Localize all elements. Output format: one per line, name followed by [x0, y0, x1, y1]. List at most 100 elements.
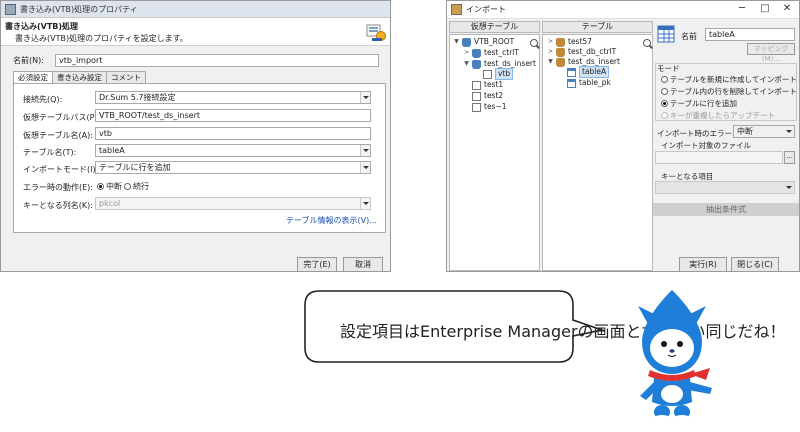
radio-disabled[interactable]	[661, 112, 668, 119]
key-label: キーとなる列名(K):	[23, 201, 93, 210]
error-radio-continue[interactable]: 続行	[124, 181, 149, 192]
document-icon	[472, 102, 481, 112]
close-icon[interactable]: ✕	[780, 3, 794, 16]
tree-node-test1[interactable]: test1	[472, 80, 503, 90]
document-icon	[472, 91, 481, 101]
table-large-icon	[657, 25, 675, 43]
radio-unselected[interactable]	[124, 183, 131, 190]
tree-node-tableA[interactable]: tableA	[567, 66, 610, 78]
tree-node-vtb[interactable]: vtb	[483, 68, 514, 80]
properties-dialog: 書き込み(VTB)処理のプロパティ 書き込み(VTB)処理 書き込み(VTB)処…	[0, 0, 391, 272]
import-file-label: インポート対象のファイル	[661, 141, 751, 150]
radio-selected[interactable]	[97, 183, 104, 190]
maximize-icon[interactable]: □	[758, 3, 772, 16]
mapping-button[interactable]: マッピング(M)...	[747, 43, 795, 63]
key-item-select[interactable]	[655, 181, 795, 194]
finish-button[interactable]: 完了(E)	[297, 257, 337, 272]
tab-strip: 必須設定 書き込み設定 コメント	[13, 71, 146, 84]
dialog-title: 書き込み(VTB)処理のプロパティ	[20, 4, 138, 14]
connection-select[interactable]: Dr.Sum 5.7接続設定	[95, 91, 371, 104]
import-error-select[interactable]: 中断	[733, 125, 795, 138]
tree-node-label-selected: vtb	[495, 68, 514, 80]
tree-node-label: test2	[484, 91, 504, 100]
collapse-icon[interactable]: ▼	[547, 57, 554, 67]
minimize-icon[interactable]: ─	[735, 3, 749, 16]
import-file-input[interactable]	[655, 151, 783, 164]
collapse-icon[interactable]: ▼	[463, 59, 470, 69]
table-icon	[567, 78, 576, 88]
tree-node-label: tes~1	[484, 102, 507, 111]
vpath-input[interactable]: VTB_ROOT/test_ds_insert	[95, 109, 371, 122]
tab-write-settings[interactable]: 書き込み設定	[52, 71, 107, 83]
tree-node-test2[interactable]: test2	[472, 91, 503, 101]
table-pane-header: テーブル	[542, 21, 653, 33]
database-icon	[556, 37, 565, 47]
import-error-label: インポート時のエラー:	[657, 129, 735, 138]
mode-option-update[interactable]: キーが重複したらアップデート	[661, 110, 775, 121]
search-icon[interactable]	[530, 39, 538, 47]
tree-node-table-pk[interactable]: table_pk	[567, 78, 611, 88]
mode-option-delete[interactable]: テーブル内の行を削除してインポート	[661, 86, 797, 97]
radio-unselected[interactable]	[661, 76, 668, 83]
tree-node-label: test_db_ctrlT	[568, 47, 617, 56]
browse-button[interactable]: …	[784, 151, 795, 164]
extract-condition-button[interactable]: 抽出条件式	[653, 203, 799, 216]
mode-select[interactable]: テーブルに行を追加	[95, 161, 371, 174]
tree-node-root[interactable]: ▼ VTB_ROOT	[453, 37, 514, 47]
radio-selected[interactable]	[661, 100, 668, 107]
tab-comment[interactable]: コメント	[106, 71, 146, 83]
import-error-value: 中断	[737, 127, 753, 136]
error-radio-abort[interactable]: 中断	[97, 181, 122, 192]
collapse-icon[interactable]: ▼	[453, 37, 460, 47]
table-value: tableA	[99, 146, 125, 155]
run-button[interactable]: 実行(R)	[679, 257, 727, 272]
document-icon	[483, 69, 492, 79]
right-name-label: 名前	[681, 32, 697, 41]
mode-option-append[interactable]: テーブルに行を追加	[661, 98, 737, 109]
mode-option-create[interactable]: テーブルを新規に作成してインポート	[661, 74, 797, 85]
tree-node-label: VTB_ROOT	[474, 37, 515, 46]
header-description: 書き込み(VTB)処理のプロパティを設定します。	[15, 34, 188, 43]
error-opt2-label: 続行	[133, 182, 149, 191]
vpath-label: 仮想テーブルパス(P):	[23, 113, 101, 122]
chevron-down-icon[interactable]	[360, 198, 370, 209]
tree-node-label-selected: tableA	[579, 66, 610, 78]
chevron-down-icon[interactable]	[360, 145, 370, 156]
radio-unselected[interactable]	[661, 88, 668, 95]
close-button[interactable]: 閉じる(C)	[731, 257, 779, 272]
chevron-down-icon[interactable]	[784, 182, 794, 193]
mode-option-label: テーブルに行を追加	[670, 99, 738, 108]
tree-node-tes1[interactable]: tes~1	[472, 102, 507, 112]
vname-input[interactable]: vtb	[95, 127, 371, 140]
dialog-header: 書き込み(VTB)処理 書き込み(VTB)処理のプロパティを設定します。	[1, 18, 390, 46]
tree-node-test-ctrlT[interactable]: > test_ctrlT	[463, 48, 519, 58]
name-row: 名前(N):	[13, 54, 44, 67]
chevron-down-icon[interactable]	[360, 162, 370, 173]
cancel-button[interactable]: 取消	[343, 257, 383, 272]
expand-icon[interactable]: >	[463, 48, 470, 58]
window-title: インポート	[466, 5, 506, 14]
vtable-pane-header: 仮想テーブル	[449, 21, 540, 33]
key-select[interactable]: pkcol	[95, 197, 371, 210]
expand-icon[interactable]: >	[547, 37, 554, 47]
folder-db-icon	[462, 37, 471, 47]
chevron-down-icon[interactable]	[360, 92, 370, 103]
import-app-icon	[451, 4, 462, 15]
expand-icon[interactable]: >	[547, 47, 554, 57]
process-icon	[366, 24, 386, 41]
tree-node-test-db-ctrlT[interactable]: > test_db_ctrlT	[547, 47, 616, 57]
right-name-input[interactable]: tableA	[705, 28, 795, 41]
vname-label: 仮想テーブル名(A):	[23, 131, 93, 140]
search-icon[interactable]	[643, 39, 651, 47]
mode-label: インポートモード(I):	[23, 165, 99, 174]
mode-value: テーブルに行を追加	[99, 163, 171, 172]
tree-node-test57[interactable]: > test57	[547, 37, 592, 47]
table-select[interactable]: tableA	[95, 144, 371, 157]
table-info-link[interactable]: テーブル情報の表示(V)...	[286, 215, 377, 226]
chevron-down-icon[interactable]	[784, 126, 794, 137]
name-input[interactable]: vtb_import	[55, 54, 379, 67]
mode-option-label: テーブルを新規に作成してインポート	[670, 75, 797, 84]
key-value: pkcol	[99, 199, 121, 208]
mode-group-label: モード	[657, 64, 680, 73]
table-label: テーブル名(T):	[23, 148, 77, 157]
